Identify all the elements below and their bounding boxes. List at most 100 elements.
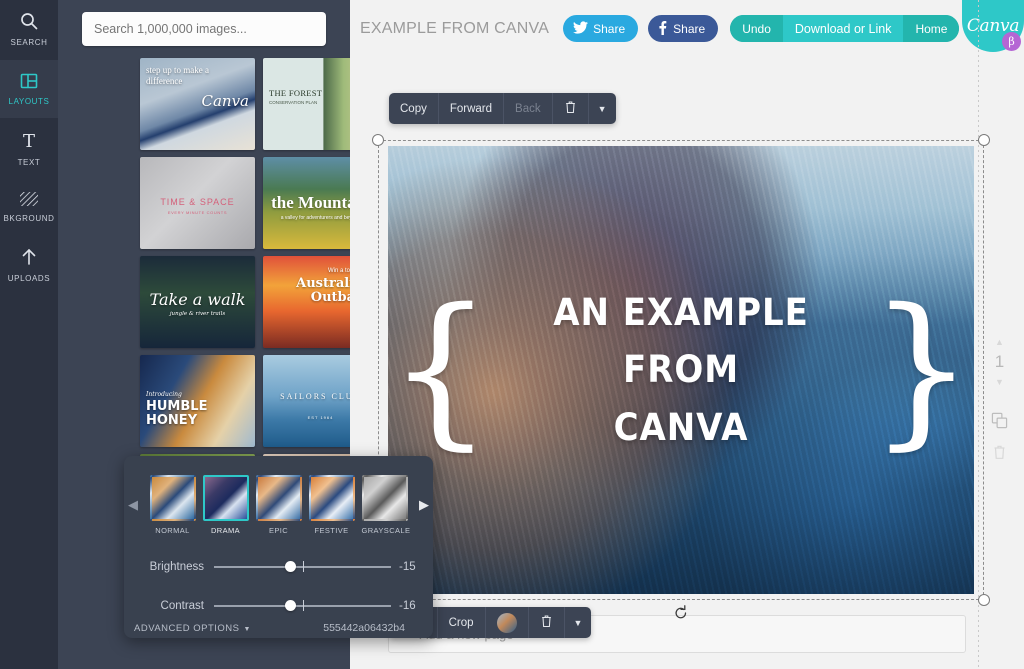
svg-text:T: T bbox=[23, 131, 35, 151]
sidebar-item-label: SEARCH bbox=[11, 38, 48, 47]
filter-preset-label: EPIC bbox=[256, 526, 302, 535]
more-options-button[interactable]: ▼ bbox=[565, 607, 592, 638]
chevron-down-icon: ▼ bbox=[574, 618, 583, 628]
headline-line-1: AN EXAMPLE FROM bbox=[553, 291, 809, 391]
headline-line-2: CANVA bbox=[514, 399, 849, 456]
sidebar-item-label: LAYOUTS bbox=[9, 97, 50, 106]
thumb-title: HUMBLE HONEY bbox=[146, 400, 208, 427]
delete-button[interactable] bbox=[529, 607, 565, 638]
slider-knob[interactable] bbox=[285, 561, 296, 572]
resize-handle-bottom-right[interactable] bbox=[978, 594, 990, 606]
filter-preset-label: GRAYSCALE bbox=[362, 526, 408, 535]
filter-preview-image bbox=[150, 475, 196, 521]
forward-button[interactable]: Forward bbox=[439, 93, 504, 124]
back-button: Back bbox=[504, 93, 553, 124]
slider-center-tick bbox=[303, 561, 305, 572]
chevron-down-icon: ▼ bbox=[243, 626, 250, 633]
contrast-slider[interactable] bbox=[214, 598, 391, 614]
facebook-share-button[interactable]: Share bbox=[648, 15, 718, 42]
thumb-sub: jungle & river trails bbox=[140, 311, 255, 317]
trash-icon bbox=[564, 100, 577, 117]
right-brace-element[interactable]: } bbox=[869, 312, 974, 428]
page-up-button[interactable]: ▲ bbox=[975, 337, 1024, 347]
chevron-down-icon: ▼ bbox=[598, 104, 607, 114]
brightness-slider[interactable] bbox=[214, 559, 391, 575]
editor-main: EXAMPLE FROM CANVA Share Share U bbox=[350, 0, 1024, 669]
layout-thumbnail[interactable]: Introducing HUMBLE HONEY bbox=[140, 355, 255, 447]
duplicate-page-button[interactable] bbox=[975, 412, 1024, 434]
thumb-title: step up to make a difference bbox=[146, 65, 212, 88]
thumb-sub: Introducing bbox=[146, 391, 182, 398]
filter-preset-normal[interactable]: NORMAL bbox=[150, 475, 196, 535]
filter-preset-grayscale[interactable]: GRAYSCALE bbox=[362, 475, 408, 535]
thumb-title: THE FOREST bbox=[269, 88, 322, 98]
brightness-value: -15 bbox=[391, 561, 433, 573]
contrast-value: -16 bbox=[391, 600, 433, 612]
delete-button[interactable] bbox=[553, 93, 589, 124]
advanced-options-label: ADVANCED OPTIONS bbox=[134, 623, 239, 634]
canvas-text-group[interactable]: { AN EXAMPLE FROM CANVA } bbox=[388, 146, 974, 594]
filter-popover: ◀ NORMAL DRAMA EPIC bbox=[124, 456, 433, 638]
thumb-sub: CONSERVATION PLAN bbox=[269, 100, 317, 105]
filter-preview-image bbox=[256, 475, 302, 521]
filter-preview-image bbox=[309, 475, 355, 521]
resize-handle-top-left[interactable] bbox=[372, 134, 384, 146]
document-title[interactable]: EXAMPLE FROM CANVA bbox=[360, 20, 549, 38]
slider-knob[interactable] bbox=[285, 600, 296, 611]
sidebar-item-text[interactable]: T TEXT bbox=[0, 120, 58, 178]
resize-handle-top-right[interactable] bbox=[978, 134, 990, 146]
advanced-options-button[interactable]: ADVANCED OPTIONS ▼ bbox=[134, 623, 251, 634]
sidebar-item-background[interactable]: BKGROUND bbox=[0, 178, 58, 236]
brightness-label: Brightness bbox=[124, 561, 214, 573]
thumb-title: Take a walk bbox=[140, 290, 255, 309]
thumb-sub: Canva bbox=[202, 92, 250, 110]
page-number: 1 bbox=[975, 352, 1024, 372]
search-icon bbox=[19, 11, 39, 35]
layout-thumbnail[interactable]: Take a walk jungle & river trails bbox=[140, 256, 255, 348]
page-down-button[interactable]: ▼ bbox=[975, 377, 1024, 387]
delete-page-button[interactable] bbox=[975, 444, 1024, 465]
asset-id-label: 555442a06432b4 bbox=[323, 622, 405, 634]
search-input[interactable] bbox=[82, 12, 326, 46]
filter-next-arrow[interactable]: ▶ bbox=[415, 497, 433, 513]
image-thumbnail-icon bbox=[497, 613, 517, 633]
filter-preset-label: FESTIVE bbox=[309, 526, 355, 535]
more-options-button[interactable]: ▼ bbox=[589, 93, 616, 124]
undo-button[interactable]: Undo bbox=[730, 15, 783, 42]
left-brace-element[interactable]: { bbox=[388, 312, 493, 428]
rotate-handle[interactable] bbox=[672, 604, 690, 622]
filter-preset-epic[interactable]: EPIC bbox=[256, 475, 302, 535]
layout-thumbnail[interactable]: step up to make a difference Canva bbox=[140, 58, 255, 150]
twitter-share-button[interactable]: Share bbox=[563, 15, 638, 42]
download-or-link-button[interactable]: Download or Link bbox=[783, 15, 904, 42]
copy-button[interactable]: Copy bbox=[389, 93, 439, 124]
contrast-slider-row: Contrast -16 bbox=[124, 595, 433, 617]
sidebar-item-layouts[interactable]: LAYOUTS bbox=[0, 60, 58, 118]
filter-preset-label: DRAMA bbox=[203, 526, 249, 535]
text-icon: T bbox=[19, 131, 39, 155]
sidebar-item-search[interactable]: SEARCH bbox=[0, 0, 58, 58]
filter-preset-strip: ◀ NORMAL DRAMA EPIC bbox=[124, 470, 433, 540]
image-thumbnail-button[interactable] bbox=[486, 607, 529, 638]
design-canvas[interactable]: { AN EXAMPLE FROM CANVA } bbox=[388, 146, 974, 594]
filter-preset-festive[interactable]: FESTIVE bbox=[309, 475, 355, 535]
filter-preset-label: NORMAL bbox=[150, 526, 196, 535]
layouts-panel: step up to make a difference Canva THE F… bbox=[58, 0, 350, 669]
selected-element-wrapper[interactable]: { AN EXAMPLE FROM CANVA } bbox=[378, 140, 984, 600]
filter-preset-drama[interactable]: DRAMA bbox=[203, 475, 249, 535]
facebook-share-label: Share bbox=[673, 22, 705, 36]
thumb-sub: EVERY MINUTE COUNTS bbox=[140, 210, 255, 215]
canva-editor-app: SEARCH LAYOUTS T TEXT bbox=[0, 0, 1024, 669]
element-toolbar-top: Copy Forward Back ▼ bbox=[389, 93, 616, 124]
home-button[interactable]: Home bbox=[903, 15, 959, 42]
sidebar-item-uploads[interactable]: UPLOADS bbox=[0, 236, 58, 294]
sidebar-item-label: UPLOADS bbox=[8, 274, 50, 283]
action-button-group: Undo Download or Link Home bbox=[730, 15, 959, 42]
canvas-headline[interactable]: AN EXAMPLE FROM CANVA bbox=[508, 284, 854, 456]
page-rail: ▲ 1 ▼ bbox=[975, 0, 1024, 669]
filter-prev-arrow[interactable]: ◀ bbox=[124, 497, 142, 513]
layout-thumbnail[interactable]: TIME & SPACE EVERY MINUTE COUNTS bbox=[140, 157, 255, 249]
crop-button[interactable]: Crop bbox=[438, 607, 486, 638]
slider-center-tick bbox=[303, 600, 305, 611]
trash-icon bbox=[540, 614, 553, 631]
